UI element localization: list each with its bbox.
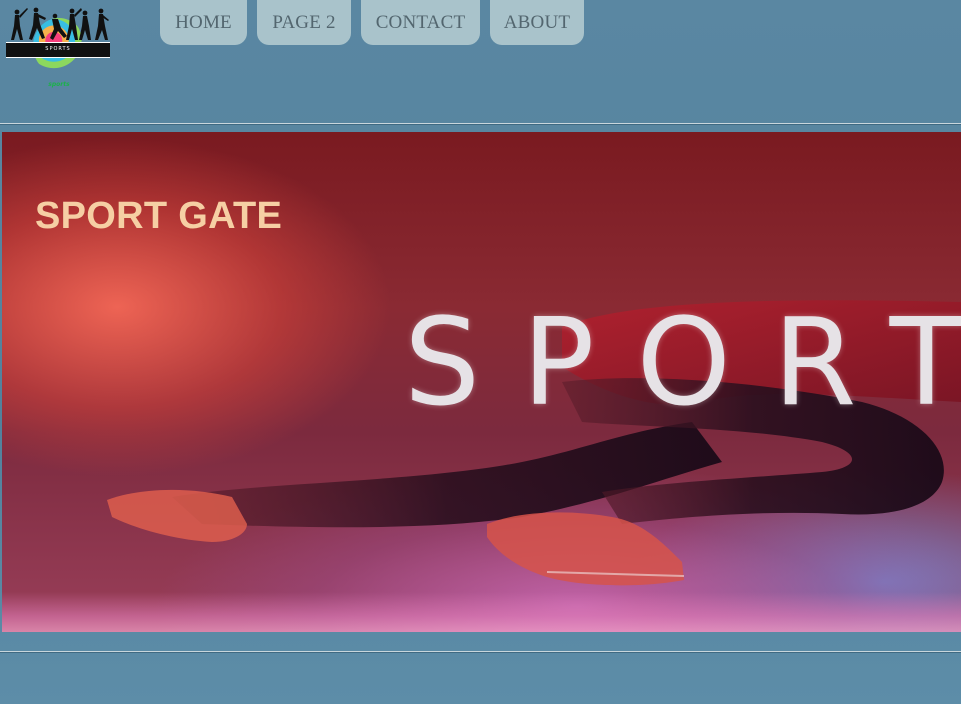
nav-contact-button[interactable]: CONTACT: [361, 0, 480, 45]
logo-band: SPORTS: [6, 42, 110, 58]
header-divider: [0, 123, 961, 125]
nav-about-button[interactable]: ABOUT: [490, 0, 584, 45]
hero-floor-glow: [2, 592, 961, 632]
hero-banner: SPORT SPORT GATE: [2, 132, 961, 632]
athlete-silhouettes-icon: [11, 7, 109, 40]
footer-divider: [0, 651, 961, 653]
hero-image-text: SPORT: [404, 294, 961, 433]
page: SPORTS sports HOME PAGE 2 CONTACT ABOUT: [0, 0, 961, 704]
site-logo[interactable]: SPORTS sports: [5, 4, 113, 92]
logo-band-text: SPORTS: [45, 46, 71, 52]
nav-page2-button[interactable]: PAGE 2: [257, 0, 351, 45]
nav-home-button[interactable]: HOME: [160, 0, 247, 45]
logo-caption: sports: [48, 81, 70, 88]
main-nav: HOME PAGE 2 CONTACT ABOUT: [160, 0, 584, 45]
hero-title: SPORT GATE: [35, 195, 283, 237]
